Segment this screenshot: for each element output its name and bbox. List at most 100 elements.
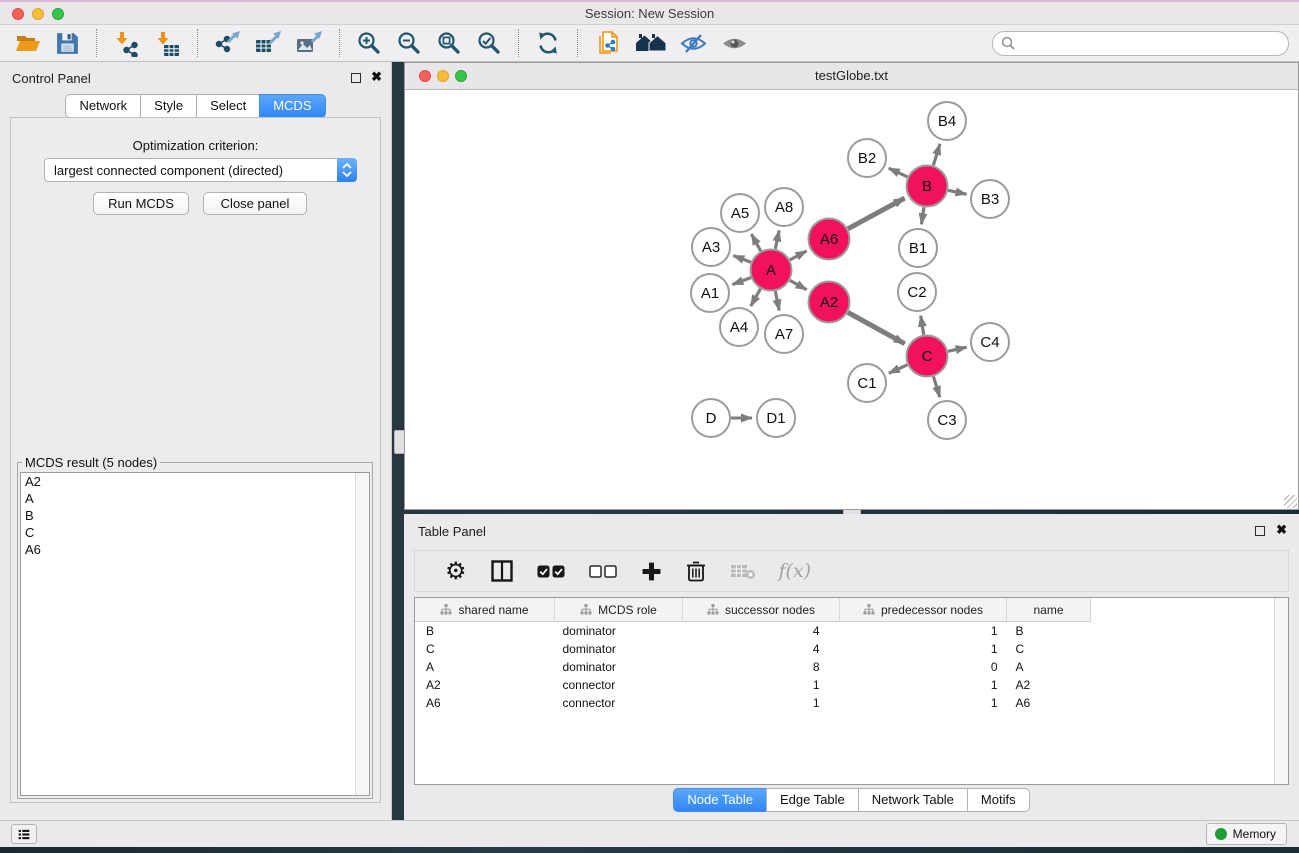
network-edge-C-C4[interactable]	[948, 347, 967, 351]
network-node-B4[interactable]: B4	[928, 102, 966, 140]
network-edge-A-A6[interactable]	[790, 251, 807, 260]
table-row[interactable]: A2connector11A2	[415, 676, 1091, 694]
table-cell[interactable]: A2	[1007, 676, 1091, 694]
table-cell[interactable]: C	[1007, 640, 1091, 658]
network-edge-A-A8[interactable]	[775, 231, 779, 249]
network-edge-A6-B[interactable]	[848, 198, 905, 229]
run-mcds-button[interactable]: Run MCDS	[93, 192, 189, 215]
deselect-all-button[interactable]	[589, 564, 617, 579]
close-panel-button[interactable]: ✖	[371, 70, 382, 84]
table-cell[interactable]: A	[1007, 658, 1091, 676]
table-cell[interactable]: connector	[555, 694, 683, 712]
mcds-result-item[interactable]: B	[21, 507, 369, 524]
column-header-successor-nodes[interactable]: successor nodes	[683, 598, 840, 622]
table-cell[interactable]: 1	[840, 640, 1007, 658]
network-node-D1[interactable]: D1	[757, 399, 795, 437]
zoom-fit-button[interactable]	[434, 28, 464, 58]
save-session-button[interactable]	[53, 29, 82, 58]
network-node-B2[interactable]: B2	[848, 139, 886, 177]
network-node-A8[interactable]: A8	[765, 188, 803, 226]
mcds-result-item[interactable]: A2	[21, 473, 369, 490]
network-edge-A-A1[interactable]	[732, 278, 750, 285]
network-edge-A-A2[interactable]	[790, 280, 807, 289]
network-node-C1[interactable]: C1	[848, 364, 886, 402]
network-node-C3[interactable]: C3	[928, 401, 966, 439]
table-cell[interactable]: A2	[415, 676, 555, 694]
zoom-in-button[interactable]	[354, 28, 384, 58]
import-network-button[interactable]	[111, 28, 142, 59]
table-row[interactable]: Adominator80A	[415, 658, 1091, 676]
zoom-selected-button[interactable]	[474, 28, 504, 58]
table-scrollbar[interactable]	[1274, 598, 1288, 784]
network-edge-A-A3[interactable]	[733, 256, 751, 263]
table-close-button[interactable]: ✖	[1276, 523, 1287, 537]
table-cell[interactable]: dominator	[555, 658, 683, 676]
network-node-C4[interactable]: C4	[971, 323, 1009, 361]
column-header-MCDS-role[interactable]: MCDS role	[555, 598, 683, 622]
export-table-button[interactable]	[253, 28, 284, 59]
import-table-button[interactable]	[152, 28, 183, 59]
network-node-D[interactable]: D	[692, 399, 730, 437]
network-edge-C-C3[interactable]	[933, 377, 939, 398]
table-row[interactable]: Bdominator41B	[415, 622, 1091, 641]
network-node-C[interactable]: C	[907, 336, 948, 377]
mcds-list-scrollbar[interactable]	[355, 473, 369, 795]
network-edge-A-A5[interactable]	[751, 234, 760, 251]
tab-network[interactable]: Network	[65, 94, 141, 118]
table-row[interactable]: Cdominator41C	[415, 640, 1091, 658]
table-cell[interactable]: 1	[683, 694, 840, 712]
window-resize-grip[interactable]	[1284, 495, 1297, 508]
network-node-A3[interactable]: A3	[692, 228, 730, 266]
table-cell[interactable]: 4	[683, 640, 840, 658]
network-edge-A2-C[interactable]	[848, 312, 905, 343]
network-edge-C-C2[interactable]	[921, 316, 924, 335]
network-node-A4[interactable]: A4	[720, 308, 758, 346]
table-cell[interactable]: A6	[1007, 694, 1091, 712]
refresh-view-button[interactable]	[533, 28, 563, 58]
network-edge-A-A4[interactable]	[751, 289, 761, 306]
table-cell[interactable]: 8	[683, 658, 840, 676]
show-graphics-details-button[interactable]	[719, 28, 750, 59]
column-header-shared-name[interactable]: shared name	[415, 598, 555, 622]
network-node-A5[interactable]: A5	[721, 194, 759, 232]
float-panel-button[interactable]	[351, 73, 361, 83]
network-node-A6[interactable]: A6	[809, 219, 850, 260]
open-session-button[interactable]	[13, 28, 43, 58]
add-column-button[interactable]	[641, 561, 662, 582]
network-node-B1[interactable]: B1	[899, 229, 937, 267]
table-row[interactable]: A6connector11A6	[415, 694, 1091, 712]
table-settings-button[interactable]: ⚙	[445, 559, 467, 583]
network-edge-C-C1[interactable]	[889, 365, 908, 373]
task-history-button[interactable]	[11, 824, 37, 844]
table-cell[interactable]: 1	[840, 622, 1007, 641]
network-node-B[interactable]: B	[907, 166, 948, 207]
network-edge-A-A7[interactable]	[775, 291, 779, 310]
export-image-button[interactable]	[294, 28, 325, 59]
mcds-result-item[interactable]: A6	[21, 541, 369, 558]
network-node-C2[interactable]: C2	[898, 273, 936, 311]
show-all-networks-button[interactable]	[633, 29, 668, 58]
table-cell[interactable]: 4	[683, 622, 840, 641]
network-edge-B-B4[interactable]	[933, 144, 940, 166]
table-cell[interactable]: 1	[840, 694, 1007, 712]
close-panel-action-button[interactable]: Close panel	[203, 192, 307, 215]
network-node-A2[interactable]: A2	[809, 282, 850, 323]
network-edge-B-B1[interactable]	[921, 207, 923, 224]
table-cell[interactable]: dominator	[555, 622, 683, 641]
table-tab-node-table[interactable]: Node Table	[673, 788, 767, 812]
export-network-button[interactable]	[212, 28, 243, 59]
tab-select[interactable]: Select	[196, 94, 260, 118]
hide-graphics-details-button[interactable]	[678, 28, 709, 59]
tab-mcds[interactable]: MCDS	[259, 94, 325, 118]
column-header-predecessor-nodes[interactable]: predecessor nodes	[840, 598, 1007, 622]
tab-style[interactable]: Style	[140, 94, 197, 118]
table-cell[interactable]: 0	[840, 658, 1007, 676]
select-all-button[interactable]	[537, 564, 565, 579]
table-cell[interactable]: A	[415, 658, 555, 676]
table-cell[interactable]: A6	[415, 694, 555, 712]
table-cell[interactable]: dominator	[555, 640, 683, 658]
network-edge-B-B3[interactable]	[948, 190, 966, 194]
mcds-result-item[interactable]: C	[21, 524, 369, 541]
table-cell[interactable]: 1	[840, 676, 1007, 694]
table-cell[interactable]: 1	[683, 676, 840, 694]
